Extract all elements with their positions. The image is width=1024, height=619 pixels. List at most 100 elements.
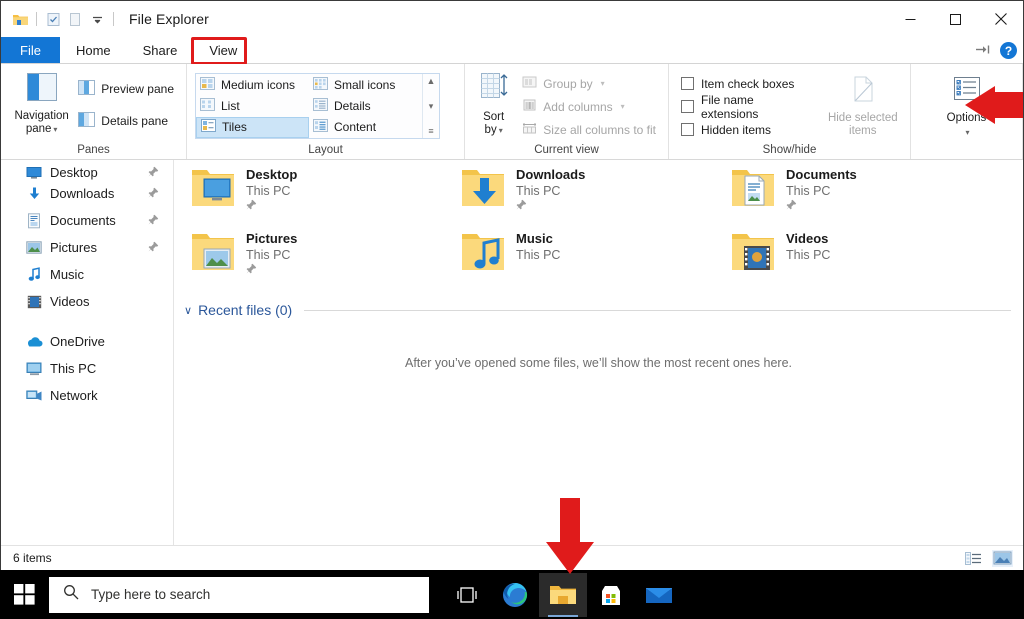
details-view-button[interactable]: [963, 550, 984, 567]
chevron-down-icon[interactable]: ∨: [184, 304, 192, 317]
hide-selected-items-icon: [846, 74, 880, 108]
list-icon: [200, 98, 215, 114]
tile-meta: Pictures This PC: [238, 230, 297, 277]
tile-name: Desktop: [246, 167, 297, 183]
sort-by-button[interactable]: Sort by▾: [473, 70, 514, 137]
sidebar-item-desktop[interactable]: Desktop: [1, 160, 173, 180]
tab-view[interactable]: View: [193, 37, 253, 63]
tab-file[interactable]: File: [1, 37, 60, 63]
sidebar-item-this-pc[interactable]: This PC: [1, 355, 173, 382]
folder-pictures-icon: [188, 230, 238, 280]
layout-list[interactable]: List: [196, 95, 309, 116]
layout-small-icons-label: Small icons: [334, 78, 395, 92]
group-by-button[interactable]: Group by ▾: [518, 73, 660, 94]
sidebar-item-downloads[interactable]: Downloads: [1, 180, 173, 207]
ribbon-group-label-panes: Panes: [1, 144, 186, 159]
close-icon[interactable]: [978, 1, 1023, 37]
file-explorer-icon[interactable]: [539, 573, 587, 617]
sidebar-item-network[interactable]: Network: [1, 382, 173, 409]
chevron-down-icon[interactable]: ▾: [965, 126, 969, 139]
scroll-down-icon[interactable]: ▾: [429, 101, 434, 112]
tile-name: Music: [516, 231, 560, 247]
pin-icon[interactable]: [148, 165, 159, 180]
layout-small-icons[interactable]: Small icons: [309, 74, 422, 95]
recent-files-section-header[interactable]: ∨ Recent files (0): [174, 296, 1023, 318]
options-button[interactable]: Options ▾: [931, 74, 1003, 139]
thispc-icon: [25, 362, 43, 376]
tile-downloads[interactable]: Downloads This PC: [450, 166, 720, 226]
sidebar-item-documents[interactable]: Documents: [1, 207, 173, 234]
sidebar-item-label: Videos: [50, 294, 90, 309]
chevron-down-icon[interactable]: ▾: [621, 102, 625, 111]
title-bar: File Explorer: [1, 1, 1023, 37]
hide-selected-items-label-2: items: [849, 125, 876, 138]
layout-content[interactable]: Content: [309, 117, 422, 138]
chevron-down-icon[interactable]: ▾: [499, 126, 503, 135]
folder-icon[interactable]: [9, 8, 31, 30]
tile-music[interactable]: Music This PC: [450, 226, 720, 294]
minimize-icon[interactable]: [888, 1, 933, 37]
sidebar-item-videos[interactable]: Videos: [1, 288, 173, 315]
hidden-items-option[interactable]: Hidden items: [681, 118, 806, 141]
divider: [36, 12, 37, 26]
hide-selected-items-button[interactable]: Hide selected items: [824, 72, 902, 138]
edge-icon[interactable]: [491, 573, 539, 617]
task-view-icon[interactable]: [443, 573, 491, 617]
folder-music-icon: [458, 230, 508, 280]
pin-ribbon-icon[interactable]: [975, 42, 990, 60]
preview-pane-button[interactable]: Preview pane: [74, 78, 178, 100]
scroll-up-icon[interactable]: ▲: [427, 76, 436, 86]
sidebar-item-music[interactable]: Music: [1, 261, 173, 288]
gallery-more-icon[interactable]: ≡: [428, 126, 433, 136]
pin-icon[interactable]: [148, 186, 159, 201]
layout-tiles[interactable]: Tiles: [196, 117, 309, 138]
properties-icon[interactable]: [42, 8, 64, 30]
tile-subtitle: This PC: [516, 247, 560, 263]
quick-access-toolbar: [1, 1, 119, 37]
layout-details[interactable]: Details: [309, 95, 422, 116]
navigation-pane-button[interactable]: Navigation pane▾: [9, 70, 74, 136]
add-columns-button[interactable]: Add columns ▾: [518, 96, 660, 117]
ribbon-group-label-current-view: Current view: [465, 144, 668, 159]
large-icons-view-button[interactable]: [992, 550, 1013, 567]
folder-videos-icon: [728, 230, 778, 280]
ribbon-group-layout: Medium icons List: [187, 64, 465, 159]
layout-medium-icons[interactable]: Medium icons: [196, 74, 309, 95]
ribbon-group-label-layout: Layout: [187, 144, 464, 159]
small-icons-icon: [313, 77, 328, 93]
checkbox[interactable]: [681, 100, 694, 113]
tile-pictures[interactable]: Pictures This PC: [180, 226, 450, 294]
layout-gallery-scrollbar[interactable]: ▲ ▾ ≡: [422, 74, 439, 138]
pin-icon[interactable]: [148, 213, 159, 228]
details-pane-button[interactable]: Details pane: [74, 110, 178, 132]
tile-documents[interactable]: Documents This PC: [720, 166, 990, 226]
customize-caret-icon[interactable]: [86, 8, 108, 30]
sidebar-item-onedrive[interactable]: OneDrive: [1, 328, 173, 355]
mail-icon[interactable]: [635, 573, 683, 617]
size-all-columns-label: Size all columns to fit: [543, 123, 656, 137]
maximize-icon[interactable]: [933, 1, 978, 37]
checkbox[interactable]: [681, 123, 694, 136]
tile-videos[interactable]: Videos This PC: [720, 226, 990, 294]
file-name-extensions-option[interactable]: File name extensions: [681, 95, 806, 118]
tab-home[interactable]: Home: [60, 37, 127, 63]
sort-by-label-2: by: [485, 124, 497, 136]
new-folder-icon[interactable]: [64, 8, 86, 30]
windows-start-icon[interactable]: [0, 570, 48, 619]
sidebar-item-pictures[interactable]: Pictures: [1, 234, 173, 261]
pin-icon[interactable]: [148, 240, 159, 255]
window-title: File Explorer: [129, 11, 209, 27]
tile-desktop[interactable]: Desktop This PC: [180, 166, 450, 226]
microsoft-store-icon[interactable]: [587, 573, 635, 617]
help-icon[interactable]: ?: [1000, 42, 1017, 59]
checkbox[interactable]: [681, 77, 694, 90]
search-input[interactable]: Type here to search: [49, 577, 429, 613]
content-pane[interactable]: Desktop This PC: [174, 160, 1023, 556]
sidebar-item-label: Downloads: [50, 186, 114, 201]
window-controls: [888, 1, 1023, 37]
navigation-pane-label-2: pane: [26, 123, 52, 135]
size-all-columns-button[interactable]: Size all columns to fit: [518, 119, 660, 140]
tab-share[interactable]: Share: [127, 37, 194, 63]
chevron-down-icon[interactable]: ▾: [601, 79, 605, 88]
chevron-down-icon[interactable]: ▾: [53, 125, 57, 134]
